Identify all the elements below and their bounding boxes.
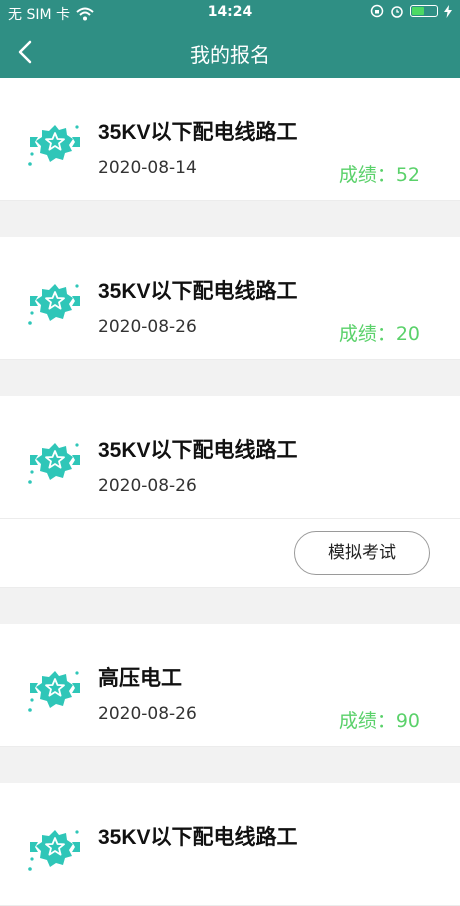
card-gap [0, 360, 460, 396]
star-badge-icon [28, 443, 80, 484]
alarm-icon [391, 6, 403, 18]
star-badge-icon [28, 830, 80, 871]
card-gap [0, 588, 460, 624]
exam-title: 35KV以下配电线路工 [98, 280, 298, 303]
registration-card[interactable]: 高压电工 2020-08-26 成绩：90 [0, 624, 460, 747]
exam-date: 2020-08-26 [98, 476, 197, 496]
exam-score: 成绩：52 [338, 164, 420, 186]
status-right [370, 4, 452, 18]
nav-bar: 我的报名 [0, 26, 460, 78]
battery-icon [410, 5, 438, 17]
registration-list: 35KV以下配电线路工 2020-08-14 成绩：52 35KV以下配电线路工… [0, 78, 460, 906]
exam-date: 2020-08-26 [98, 704, 197, 724]
card-gap [0, 747, 460, 783]
exam-score: 成绩：20 [338, 323, 420, 345]
exam-title: 35KV以下配电线路工 [98, 439, 298, 462]
card-main: 35KV以下配电线路工 [0, 783, 460, 906]
page-title: 我的报名 [190, 43, 270, 67]
exam-score: 成绩：90 [338, 710, 420, 732]
exam-title: 35KV以下配电线路工 [98, 121, 298, 144]
rotation-lock-icon [370, 4, 384, 18]
card-main: 高压电工 2020-08-26 成绩：90 [0, 624, 460, 747]
charging-icon [444, 4, 452, 18]
mock-exam-button[interactable]: 模拟考试 [294, 531, 430, 575]
star-badge-icon [28, 125, 80, 166]
registration-card[interactable]: 35KV以下配电线路工 2020-08-26 成绩：20 [0, 237, 460, 360]
card-main: 35KV以下配电线路工 2020-08-26 成绩：20 [0, 237, 460, 360]
registration-card[interactable]: 35KV以下配电线路工 [0, 783, 460, 906]
star-badge-icon [28, 284, 80, 325]
registration-card[interactable]: 35KV以下配电线路工 2020-08-26 模拟考试 [0, 396, 460, 588]
card-main: 35KV以下配电线路工 2020-08-14 成绩：52 [0, 78, 460, 201]
card-gap [0, 201, 460, 237]
status-bar: 无 SIM 卡 14:24 [0, 0, 460, 26]
card-main: 35KV以下配电线路工 2020-08-26 [0, 396, 460, 519]
star-badge-icon [28, 671, 80, 712]
exam-date: 2020-08-14 [98, 158, 197, 178]
card-actions: 模拟考试 [0, 519, 460, 588]
registration-card[interactable]: 35KV以下配电线路工 2020-08-14 成绩：52 [0, 78, 460, 201]
exam-title: 高压电工 [98, 667, 182, 690]
exam-title: 35KV以下配电线路工 [98, 826, 298, 849]
exam-date: 2020-08-26 [98, 317, 197, 337]
